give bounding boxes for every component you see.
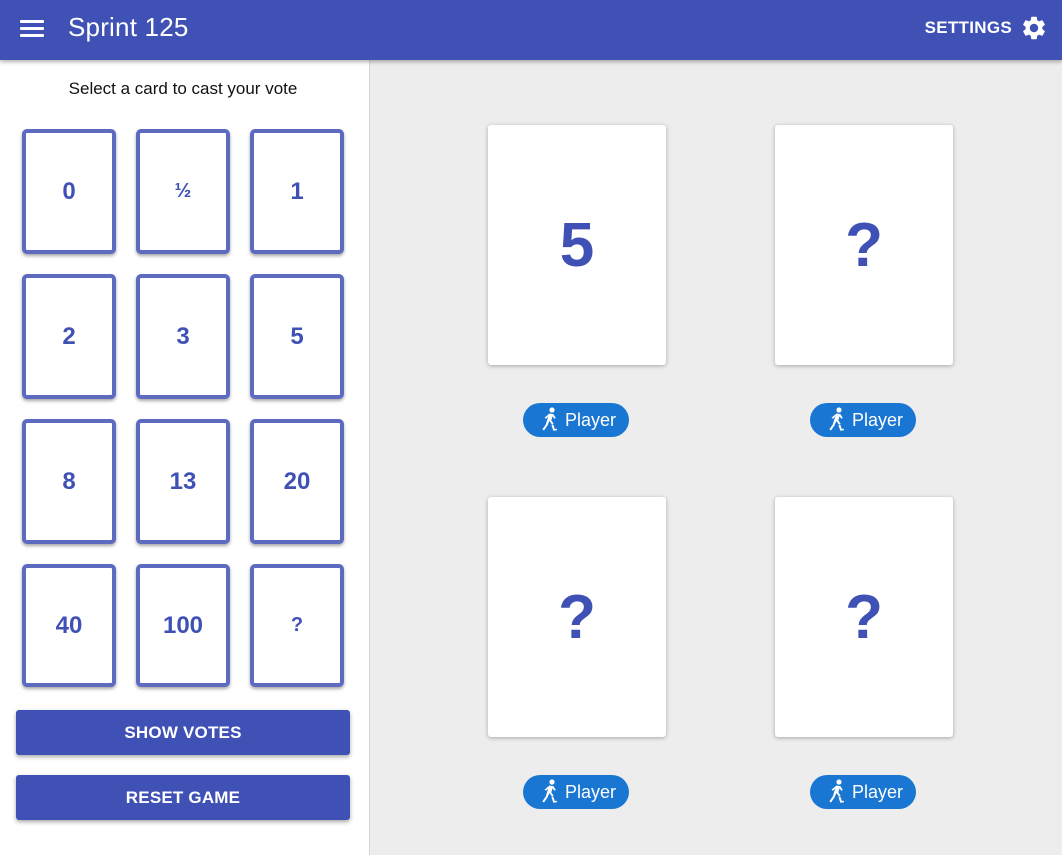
vote-card-13[interactable]: 13: [136, 419, 230, 544]
vote-card-label: 8: [62, 467, 76, 495]
vote-card-5[interactable]: 5: [250, 274, 344, 399]
played-card: ?: [488, 497, 666, 737]
vote-card-label: 2: [62, 322, 76, 350]
voting-sidebar: Select a card to cast your vote 0 ½ 1 2 …: [0, 60, 370, 855]
gear-icon: [1023, 16, 1045, 40]
vote-card-3[interactable]: 3: [136, 274, 230, 399]
menu-icon[interactable]: [20, 17, 44, 41]
app-bar: Sprint 125 SETTINGS: [0, 0, 1062, 60]
player-name: Player: [852, 409, 904, 430]
player-seat: ? Player: [775, 125, 953, 437]
vote-card-label: 0: [62, 177, 76, 205]
vote-card-label: 13: [169, 467, 197, 495]
vote-card-20[interactable]: 20: [250, 419, 344, 544]
vote-card-label: 40: [55, 611, 83, 639]
player-seat: ? Player: [488, 497, 666, 809]
player-seat: ? Player: [775, 497, 953, 809]
show-votes-button[interactable]: SHOW VOTES: [16, 710, 350, 755]
vote-card-40[interactable]: 40: [22, 564, 116, 687]
player-name: Player: [852, 781, 904, 802]
player-name: Player: [565, 781, 617, 802]
vote-card-unknown[interactable]: ?: [250, 564, 344, 687]
vote-card-label: 20: [283, 467, 311, 495]
settings-label: SETTINGS: [924, 18, 1012, 37]
player-chip[interactable]: Player: [523, 403, 629, 437]
vote-card-half[interactable]: ½: [136, 129, 230, 254]
skating-person-icon: [829, 779, 844, 803]
played-card: ?: [775, 125, 953, 365]
skating-person-icon: [829, 407, 844, 431]
vote-card-label: 100: [162, 611, 204, 639]
vote-card-0[interactable]: 0: [22, 129, 116, 254]
vote-card-2[interactable]: 2: [22, 274, 116, 399]
player-name: Player: [565, 409, 617, 430]
played-card: 5: [488, 125, 666, 365]
player-chip[interactable]: Player: [523, 775, 629, 809]
vote-card-label: 1: [290, 177, 304, 205]
player-chip[interactable]: Player: [810, 403, 916, 437]
vote-card-label: ½: [174, 180, 192, 202]
vote-prompt: Select a card to cast your vote: [68, 79, 298, 98]
reset-game-button[interactable]: RESET GAME: [16, 775, 350, 820]
played-card: ?: [775, 497, 953, 737]
player-chip[interactable]: Player: [810, 775, 916, 809]
vote-card-label: ?: [290, 614, 304, 636]
skating-person-icon: [542, 779, 557, 803]
skating-person-icon: [542, 407, 557, 431]
vote-card-label: 5: [290, 322, 304, 350]
vote-card-label: 3: [176, 322, 190, 350]
vote-card-1[interactable]: 1: [250, 129, 344, 254]
player-seat: 5 Player: [488, 125, 666, 437]
vote-card-8[interactable]: 8: [22, 419, 116, 544]
vote-card-100[interactable]: 100: [136, 564, 230, 687]
settings-button[interactable]: SETTINGS: [925, 12, 1048, 44]
card-deck: 0 ½ 1 2 3 5 8 13 20 40 100 ?: [22, 129, 344, 687]
page-title: Sprint 125: [68, 12, 189, 42]
game-table: 5 Player ? Player ? Player ? Player: [371, 60, 1062, 855]
